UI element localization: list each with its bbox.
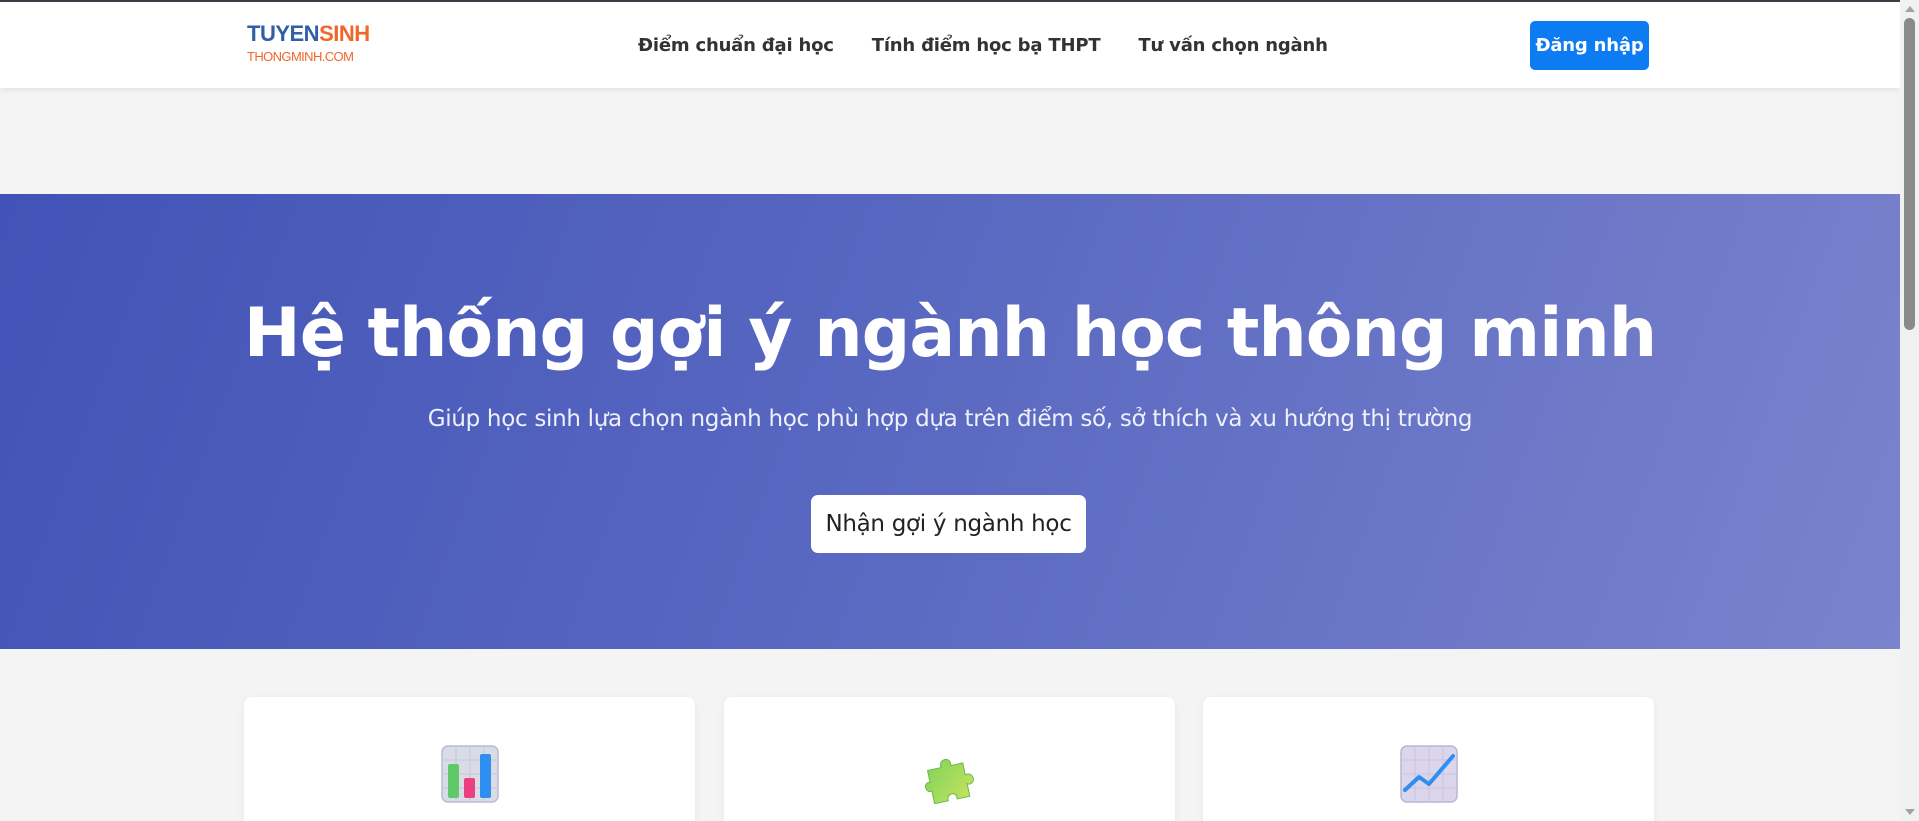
feature-card-interests xyxy=(724,697,1175,821)
nav-link-benchmark-scores[interactable]: Điểm chuẩn đại học xyxy=(638,35,834,56)
hero-subtitle: Giúp học sinh lựa chọn ngành học phù hợp… xyxy=(427,406,1473,432)
get-recommendation-button[interactable]: Nhận gợi ý ngành học xyxy=(811,495,1086,553)
scroll-down-arrow-icon[interactable] xyxy=(1905,809,1915,815)
navbar: TUYENSINH THONGMINH.COM Điểm chuẩn đại h… xyxy=(0,2,1900,88)
scrollbar-thumb[interactable] xyxy=(1904,18,1915,330)
scroll-up-arrow-icon[interactable] xyxy=(1905,6,1915,12)
feature-card-trends xyxy=(1203,697,1654,821)
hero-banner: Hệ thống gợi ý ngành học thông minh Giúp… xyxy=(0,194,1900,649)
puzzle-piece-icon xyxy=(925,758,974,804)
trending-chart-icon xyxy=(1400,745,1458,803)
login-button[interactable]: Đăng nhập xyxy=(1530,21,1649,70)
nav-link-transcript-calculator[interactable]: Tính điểm học bạ THPT xyxy=(872,35,1101,56)
feature-card-statistics xyxy=(244,697,695,821)
logo-wordmark: TUYENSINH xyxy=(247,21,370,46)
main-nav: Điểm chuẩn đại học Tính điểm học bạ THPT… xyxy=(638,2,1328,88)
page-scrollbar[interactable] xyxy=(1900,0,1919,821)
nav-link-major-advice[interactable]: Tư vấn chọn ngành xyxy=(1138,35,1328,56)
hero-title: Hệ thống gợi ý ngành học thông minh xyxy=(243,294,1657,373)
logo-domain: THONGMINH.COM xyxy=(247,49,354,64)
bar-chart-icon xyxy=(441,745,499,803)
site-logo[interactable]: TUYENSINH THONGMINH.COM xyxy=(247,21,370,65)
